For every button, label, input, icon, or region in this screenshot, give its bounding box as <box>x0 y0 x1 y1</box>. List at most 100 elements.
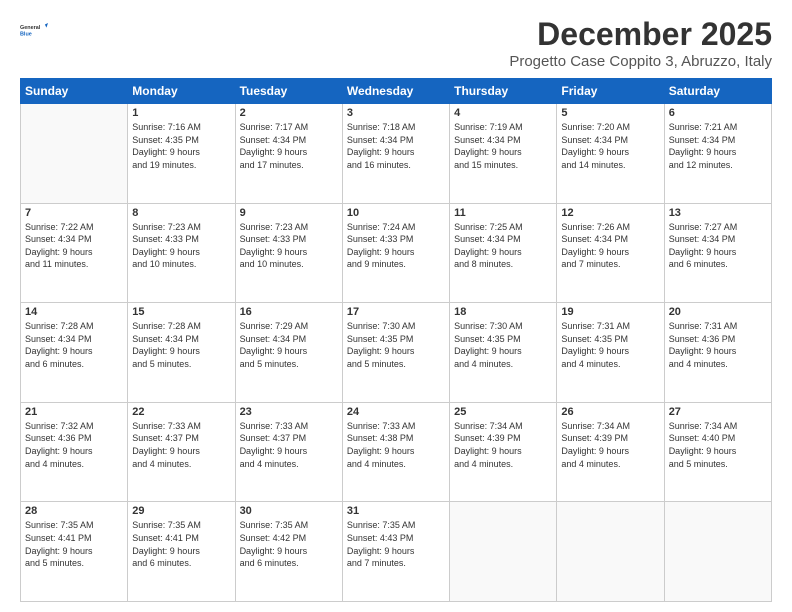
day-info: Sunrise: 7:26 AMSunset: 4:34 PMDaylight:… <box>561 221 659 271</box>
day-number: 12 <box>561 207 659 219</box>
day-number: 2 <box>240 107 338 119</box>
title-area: December 2025 Progetto Case Coppito 3, A… <box>509 16 772 70</box>
day-number: 3 <box>347 107 445 119</box>
main-title: December 2025 <box>509 16 772 53</box>
calendar-cell: 26Sunrise: 7:34 AMSunset: 4:39 PMDayligh… <box>557 402 664 502</box>
calendar-cell: 8Sunrise: 7:23 AMSunset: 4:33 PMDaylight… <box>128 203 235 303</box>
calendar-cell: 30 Sunrise: 7:35 AMSunset: 4:42 PMDayligh… <box>235 502 342 602</box>
day-info: Sunrise: 7:18 AMSunset: 4:34 PMDaylight:… <box>347 121 445 171</box>
calendar-cell: 31 Sunrise: 7:35 AMSunset: 4:43 PMDayligh… <box>342 502 449 602</box>
calendar-cell: 25 Sunrise: 7:34 AMSunset: 4:39 PMDayligh… <box>450 402 557 502</box>
calendar-week-2: 7 Sunrise: 7:22 AMSunset: 4:34 PMDaylight… <box>21 203 772 303</box>
day-number: 14 <box>25 306 123 318</box>
calendar-header-monday: Monday <box>128 79 235 104</box>
calendar-week-1: 1Sunrise: 7:16 AMSunset: 4:35 PMDaylight… <box>21 104 772 204</box>
day-number: 22 <box>132 406 230 418</box>
day-info: Sunrise: 7:31 AMSunset: 4:36 PMDaylight:… <box>669 320 767 370</box>
calendar-header-wednesday: Wednesday <box>342 79 449 104</box>
calendar-cell: 7 Sunrise: 7:22 AMSunset: 4:34 PMDaylight… <box>21 203 128 303</box>
calendar-cell: 18 Sunrise: 7:30 AMSunset: 4:35 PMDayligh… <box>450 303 557 403</box>
day-info: Sunrise: 7:23 AMSunset: 4:33 PMDaylight:… <box>240 221 338 271</box>
svg-text:General: General <box>20 25 41 31</box>
day-info: Sunrise: 7:17 AMSunset: 4:34 PMDaylight:… <box>240 121 338 171</box>
day-info: Sunrise: 7:29 AMSunset: 4:34 PMDaylight:… <box>240 320 338 370</box>
day-info: Sunrise: 7:25 AMSunset: 4:34 PMDaylight:… <box>454 221 552 271</box>
logo: General Blue <box>20 16 48 44</box>
calendar-header-sunday: Sunday <box>21 79 128 104</box>
calendar-cell: 1Sunrise: 7:16 AMSunset: 4:35 PMDaylight… <box>128 104 235 204</box>
day-info: Sunrise: 7:30 AMSunset: 4:35 PMDaylight:… <box>454 320 552 370</box>
day-number: 16 <box>240 306 338 318</box>
day-number: 21 <box>25 406 123 418</box>
calendar-cell: 24 Sunrise: 7:33 AMSunset: 4:38 PMDayligh… <box>342 402 449 502</box>
day-number: 9 <box>240 207 338 219</box>
day-number: 8 <box>132 207 230 219</box>
calendar-cell <box>21 104 128 204</box>
day-info: Sunrise: 7:34 AMSunset: 4:39 PMDaylight:… <box>454 420 552 470</box>
calendar-cell: 28Sunrise: 7:35 AMSunset: 4:41 PMDayligh… <box>21 502 128 602</box>
calendar-cell: 20 Sunrise: 7:31 AMSunset: 4:36 PMDayligh… <box>664 303 771 403</box>
calendar-cell: 15 Sunrise: 7:28 AMSunset: 4:34 PMDayligh… <box>128 303 235 403</box>
calendar-cell: 19 Sunrise: 7:31 AMSunset: 4:35 PMDayligh… <box>557 303 664 403</box>
calendar-cell: 12 Sunrise: 7:26 AMSunset: 4:34 PMDayligh… <box>557 203 664 303</box>
day-info: Sunrise: 7:33 AMSunset: 4:38 PMDaylight:… <box>347 420 445 470</box>
calendar-table: SundayMondayTuesdayWednesdayThursdayFrid… <box>20 78 772 602</box>
day-info: Sunrise: 7:28 AMSunset: 4:34 PMDaylight:… <box>25 320 123 370</box>
day-number: 30 <box>240 505 338 517</box>
calendar-header-friday: Friday <box>557 79 664 104</box>
calendar-header-thursday: Thursday <box>450 79 557 104</box>
calendar-cell: 23 Sunrise: 7:33 AMSunset: 4:37 PMDayligh… <box>235 402 342 502</box>
calendar-cell: 13Sunrise: 7:27 AMSunset: 4:34 PMDayligh… <box>664 203 771 303</box>
day-number: 10 <box>347 207 445 219</box>
calendar-cell: 9 Sunrise: 7:23 AMSunset: 4:33 PMDaylight… <box>235 203 342 303</box>
day-number: 20 <box>669 306 767 318</box>
day-number: 19 <box>561 306 659 318</box>
day-info: Sunrise: 7:35 AMSunset: 4:41 PMDaylight:… <box>25 519 123 569</box>
calendar-cell: 16 Sunrise: 7:29 AMSunset: 4:34 PMDayligh… <box>235 303 342 403</box>
calendar-cell: 6 Sunrise: 7:21 AMSunset: 4:34 PMDaylight… <box>664 104 771 204</box>
day-number: 25 <box>454 406 552 418</box>
day-number: 23 <box>240 406 338 418</box>
day-number: 17 <box>347 306 445 318</box>
day-info: Sunrise: 7:24 AMSunset: 4:33 PMDaylight:… <box>347 221 445 271</box>
day-number: 24 <box>347 406 445 418</box>
day-info: Sunrise: 7:21 AMSunset: 4:34 PMDaylight:… <box>669 121 767 171</box>
day-info: Sunrise: 7:31 AMSunset: 4:35 PMDaylight:… <box>561 320 659 370</box>
calendar-header-tuesday: Tuesday <box>235 79 342 104</box>
day-info: Sunrise: 7:28 AMSunset: 4:34 PMDaylight:… <box>132 320 230 370</box>
page: General Blue December 2025 Progetto Case… <box>0 0 792 612</box>
day-info: Sunrise: 7:20 AMSunset: 4:34 PMDaylight:… <box>561 121 659 171</box>
calendar-week-4: 21 Sunrise: 7:32 AMSunset: 4:36 PMDayligh… <box>21 402 772 502</box>
day-number: 7 <box>25 207 123 219</box>
day-info: Sunrise: 7:30 AMSunset: 4:35 PMDaylight:… <box>347 320 445 370</box>
calendar-cell: 29 Sunrise: 7:35 AMSunset: 4:41 PMDayligh… <box>128 502 235 602</box>
calendar-cell: 3 Sunrise: 7:18 AMSunset: 4:34 PMDaylight… <box>342 104 449 204</box>
calendar-cell: 4Sunrise: 7:19 AMSunset: 4:34 PMDaylight… <box>450 104 557 204</box>
calendar-cell: 10 Sunrise: 7:24 AMSunset: 4:33 PMDayligh… <box>342 203 449 303</box>
generalblue-logo-icon: General Blue <box>20 16 48 44</box>
day-info: Sunrise: 7:19 AMSunset: 4:34 PMDaylight:… <box>454 121 552 171</box>
calendar-cell: 5 Sunrise: 7:20 AMSunset: 4:34 PMDaylight… <box>557 104 664 204</box>
day-number: 26 <box>561 406 659 418</box>
day-number: 18 <box>454 306 552 318</box>
calendar-cell: 21 Sunrise: 7:32 AMSunset: 4:36 PMDayligh… <box>21 402 128 502</box>
header: General Blue December 2025 Progetto Case… <box>20 16 772 70</box>
day-number: 6 <box>669 107 767 119</box>
day-info: Sunrise: 7:32 AMSunset: 4:36 PMDaylight:… <box>25 420 123 470</box>
day-info: Sunrise: 7:33 AMSunset: 4:37 PMDaylight:… <box>240 420 338 470</box>
calendar-cell <box>557 502 664 602</box>
day-number: 31 <box>347 505 445 517</box>
day-info: Sunrise: 7:35 AMSunset: 4:41 PMDaylight:… <box>132 519 230 569</box>
day-number: 29 <box>132 505 230 517</box>
calendar-header-row: SundayMondayTuesdayWednesdayThursdayFrid… <box>21 79 772 104</box>
day-info: Sunrise: 7:22 AMSunset: 4:34 PMDaylight:… <box>25 221 123 271</box>
calendar-cell: 27Sunrise: 7:34 AMSunset: 4:40 PMDayligh… <box>664 402 771 502</box>
day-info: Sunrise: 7:35 AMSunset: 4:43 PMDaylight:… <box>347 519 445 569</box>
day-number: 5 <box>561 107 659 119</box>
day-info: Sunrise: 7:16 AMSunset: 4:35 PMDaylight:… <box>132 121 230 171</box>
day-number: 13 <box>669 207 767 219</box>
calendar-week-5: 28Sunrise: 7:35 AMSunset: 4:41 PMDayligh… <box>21 502 772 602</box>
day-number: 15 <box>132 306 230 318</box>
day-info: Sunrise: 7:35 AMSunset: 4:42 PMDaylight:… <box>240 519 338 569</box>
calendar-cell: 14 Sunrise: 7:28 AMSunset: 4:34 PMDayligh… <box>21 303 128 403</box>
